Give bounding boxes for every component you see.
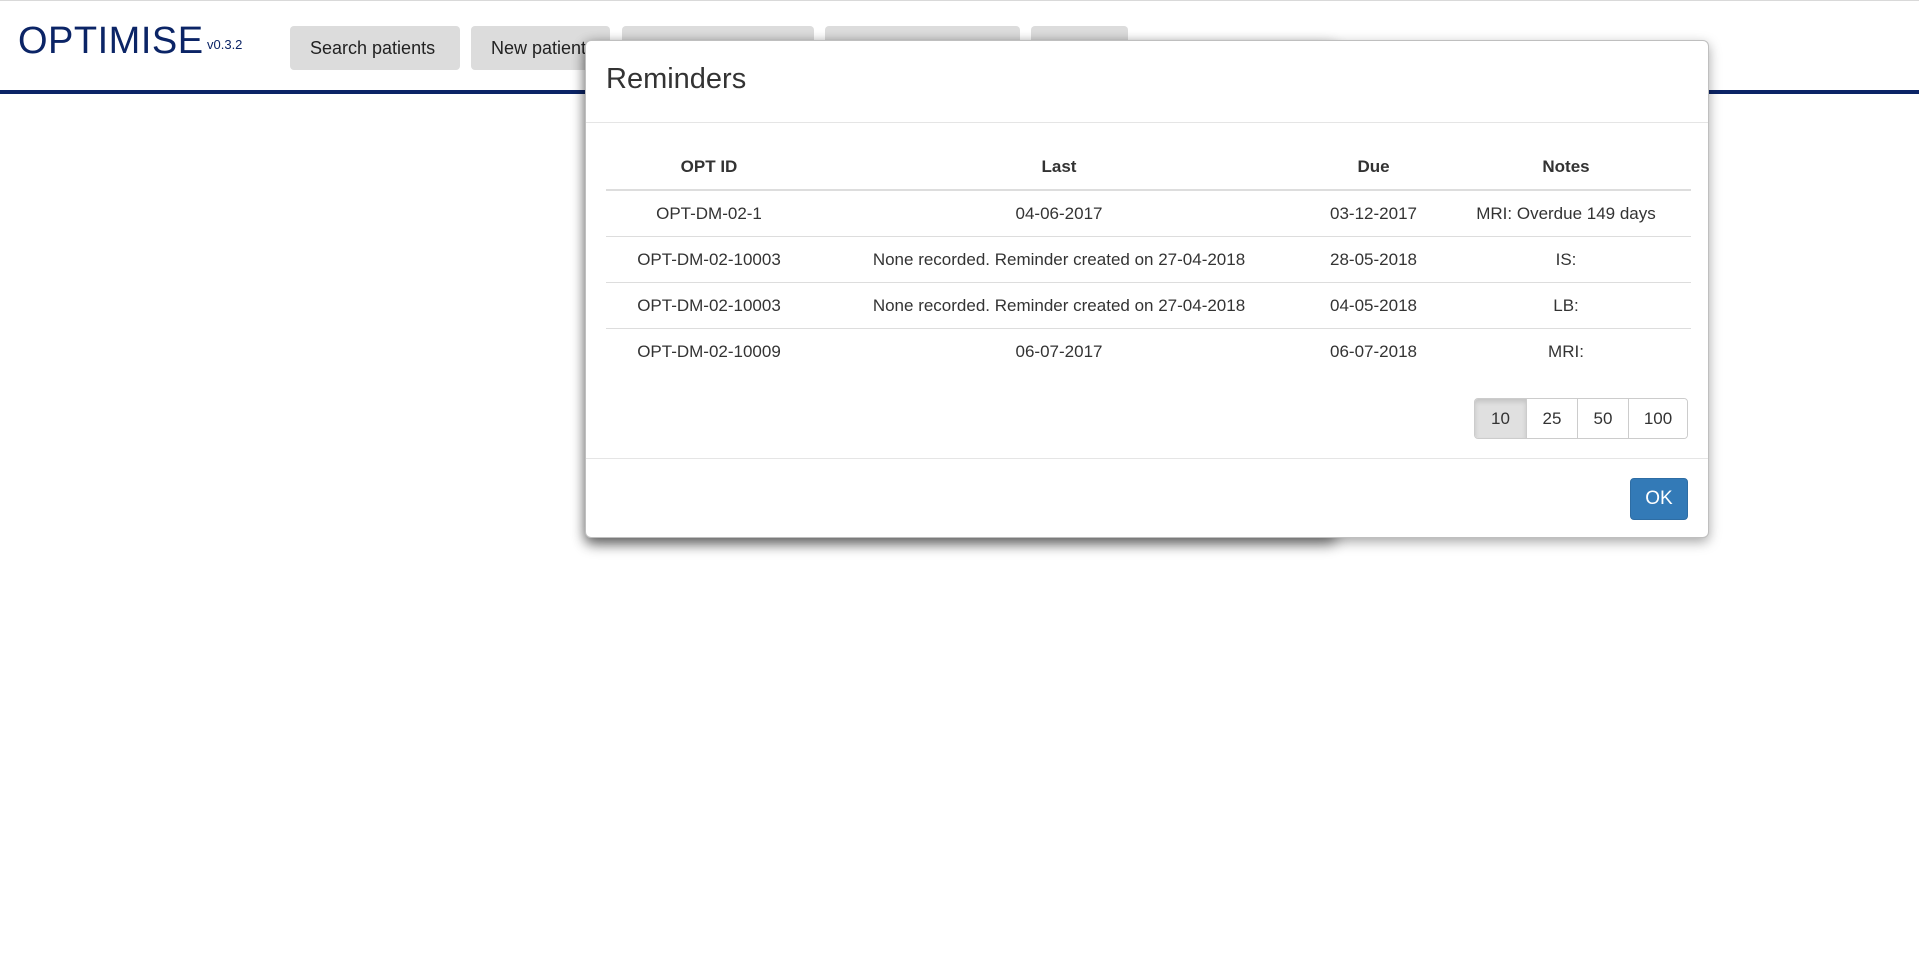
table-row[interactable]: OPT-DM-02-10009 06-07-2017 06-07-2018 MR… [606,328,1691,374]
page-size-25-button[interactable]: 25 [1526,399,1577,438]
cell-opt-id: OPT-DM-02-10003 [606,282,812,329]
modal-body: OPT ID Last Due Notes OPT-DM-02-1 04-06-… [586,123,1708,459]
modal-title: Reminders [606,63,747,95]
cell-opt-id: OPT-DM-02-10003 [606,236,812,283]
cell-notes: MRI: Overdue 149 days [1476,203,1656,223]
table-row[interactable]: OPT-DM-02-1 04-06-2017 03-12-2017 MRI: O… [606,190,1691,237]
modal-header: Reminders [586,41,1708,123]
page-size-10-button[interactable]: 10 [1475,399,1526,438]
cell-last: None recorded. Reminder created on 27-04… [812,236,1306,283]
cell-opt-id: OPT-DM-02-1 [656,203,762,223]
ok-button[interactable]: OK [1630,478,1688,520]
cell-notes: LB: [1441,282,1691,329]
table-header-row: OPT ID Last Due Notes [606,145,1691,191]
cell-due: 04-05-2018 [1306,282,1441,329]
page-size-100-button[interactable]: 100 [1628,399,1687,438]
app-version: v0.3.2 [207,37,243,52]
cell-last: None recorded. Reminder created on 27-04… [812,282,1306,329]
reminders-table: OPT ID Last Due Notes OPT-DM-02-1 04-06-… [606,145,1691,374]
table-row[interactable]: OPT-DM-02-10003 None recorded. Reminder … [606,282,1691,329]
cell-opt-id: OPT-DM-02-10009 [606,328,812,374]
page: OPTIMISE v0.3.2 Search patients New pati… [0,0,1919,975]
cell-due: 06-07-2018 [1306,328,1441,374]
column-header-due[interactable]: Due [1306,145,1441,191]
cell-last: 06-07-2017 [812,328,1306,374]
page-size-selector: 10 25 50 100 [1474,398,1688,439]
cell-notes: MRI: [1441,328,1691,374]
cell-due: 28-05-2018 [1306,236,1441,283]
brand-logo[interactable]: OPTIMISE [18,19,204,63]
page-size-50-button[interactable]: 50 [1577,399,1628,438]
modal-footer: OK [586,459,1708,539]
column-header-notes[interactable]: Notes [1441,145,1691,191]
reminders-modal: Reminders OPT ID Last Due Notes OPT-DM-0… [585,40,1709,538]
column-header-opt-id[interactable]: OPT ID [606,145,812,191]
cell-due: 03-12-2017 [1330,203,1417,223]
cell-last: 04-06-2017 [1015,203,1103,223]
nav-search-patients-button[interactable]: Search patients [290,26,460,70]
column-header-last[interactable]: Last [812,145,1306,191]
table-row[interactable]: OPT-DM-02-10003 None recorded. Reminder … [606,236,1691,283]
cell-notes: IS: [1441,236,1691,283]
